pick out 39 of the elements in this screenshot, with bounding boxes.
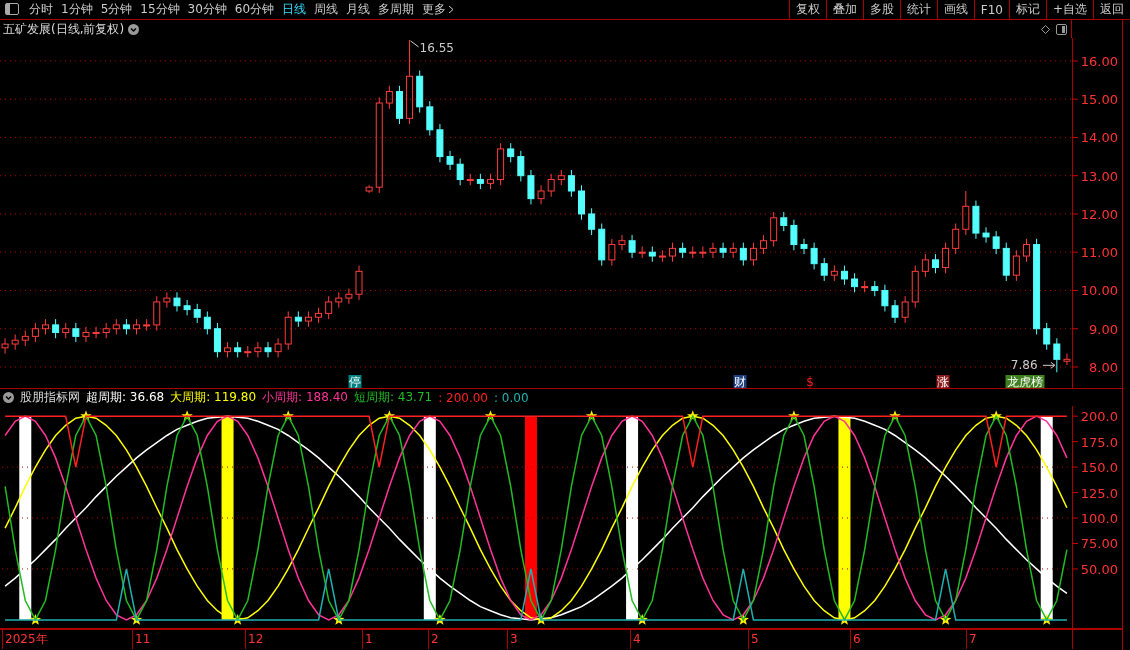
legend-value: : 188.40 xyxy=(298,390,348,404)
date-label: 2025年 xyxy=(5,632,48,646)
date-label: 5 xyxy=(751,632,759,646)
legend-label: 超周期 xyxy=(86,390,122,404)
axis-label: 150.0 xyxy=(1080,460,1118,476)
legend-value: : 200.00 xyxy=(438,390,488,405)
axis-label: 12.00 xyxy=(1080,206,1118,222)
date-label: 12 xyxy=(248,632,264,646)
legend-label: 短周期 xyxy=(353,390,390,404)
date-label: 4 xyxy=(633,632,641,646)
axis-label: 16.00 xyxy=(1080,53,1118,69)
legend-value: : 0.00 xyxy=(494,390,529,405)
axis-label: 125.0 xyxy=(1080,485,1118,501)
axis-label: 15.00 xyxy=(1080,92,1118,108)
indicator-name: 股朋指标网 xyxy=(20,389,80,406)
legend-label: 小周期 xyxy=(262,390,299,404)
axis-label: 14.00 xyxy=(1080,130,1118,146)
legend-value: : 119.80 xyxy=(206,390,257,404)
date-label: 6 xyxy=(853,632,861,646)
axis-label: 8.00 xyxy=(1089,359,1118,375)
date-label: 7 xyxy=(969,632,977,646)
date-label: 11 xyxy=(135,632,151,646)
axis-label: 11.00 xyxy=(1080,245,1118,261)
axis-label: 75.00 xyxy=(1080,536,1118,552)
axis-label: 50.00 xyxy=(1080,561,1118,577)
date-label: 2 xyxy=(431,632,439,646)
legend-label: 大周期 xyxy=(170,390,207,404)
legend-value: : 36.68 xyxy=(122,390,165,404)
date-label: 3 xyxy=(510,632,518,646)
axis-label: 9.00 xyxy=(1089,321,1118,337)
date-label: 1 xyxy=(365,632,373,646)
chart-title: 五矿发展(日线,前复权) xyxy=(3,20,125,38)
axis-label: 175.0 xyxy=(1080,434,1118,450)
axis-label: 200.0 xyxy=(1080,409,1118,425)
legend-value: : 43.71 xyxy=(389,390,433,404)
axis-label: 13.00 xyxy=(1080,168,1118,184)
axis-label: 100.0 xyxy=(1080,511,1118,526)
event-mark: $ xyxy=(806,375,814,388)
axis-label: 10.00 xyxy=(1080,283,1118,299)
